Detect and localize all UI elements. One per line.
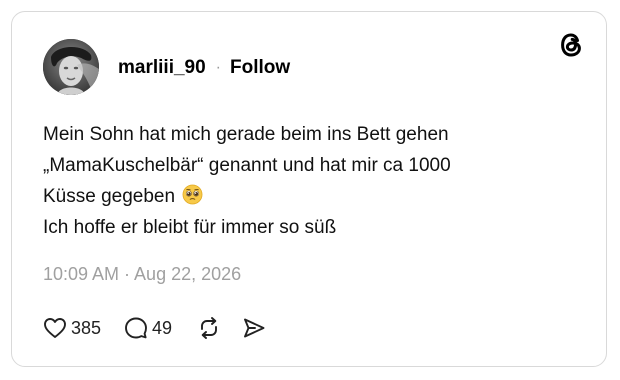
reply-button[interactable]: 49: [125, 317, 172, 339]
like-count: 385: [71, 317, 102, 338]
post-text-line: Ich hoffe er bleibt für immer so süß: [43, 217, 337, 238]
follow-button[interactable]: Follow: [230, 57, 290, 79]
threads-logo-icon[interactable]: [558, 31, 584, 59]
heart-icon: [44, 318, 66, 338]
post-timestamp[interactable]: 10:09 AM · Aug 22, 2026: [43, 264, 241, 285]
avatar[interactable]: [43, 39, 99, 95]
post-card: marliii_90 · Follow Mein Sohn hat mich g…: [11, 11, 607, 367]
like-button[interactable]: 385: [43, 317, 101, 339]
repost-icon: [201, 317, 218, 339]
post-actions: 385 49: [43, 314, 266, 342]
reply-count: 49: [152, 317, 173, 338]
comment-icon: [125, 317, 147, 339]
separator-dot: ·: [215, 59, 221, 76]
repost-button[interactable]: [198, 317, 220, 339]
post-body: Mein Sohn hat mich gerade beim ins Bett …: [43, 119, 583, 243]
send-icon: [244, 318, 265, 338]
post-text-line: Mein Sohn hat mich gerade beim ins Bett …: [43, 124, 449, 145]
post-text-line-with-emoji: Küsse gegeben: [43, 181, 583, 212]
post-text-line: „MamaKuschelbär“ genannt und hat mir ca …: [43, 155, 451, 176]
pleading-face-emoji-icon: [182, 184, 203, 205]
username[interactable]: marliii_90: [118, 57, 206, 79]
post-text-line: Küsse gegeben: [43, 186, 176, 207]
share-button[interactable]: [242, 317, 266, 339]
post-header: marliii_90 · Follow: [118, 56, 290, 80]
avatar-photo: [43, 39, 99, 95]
